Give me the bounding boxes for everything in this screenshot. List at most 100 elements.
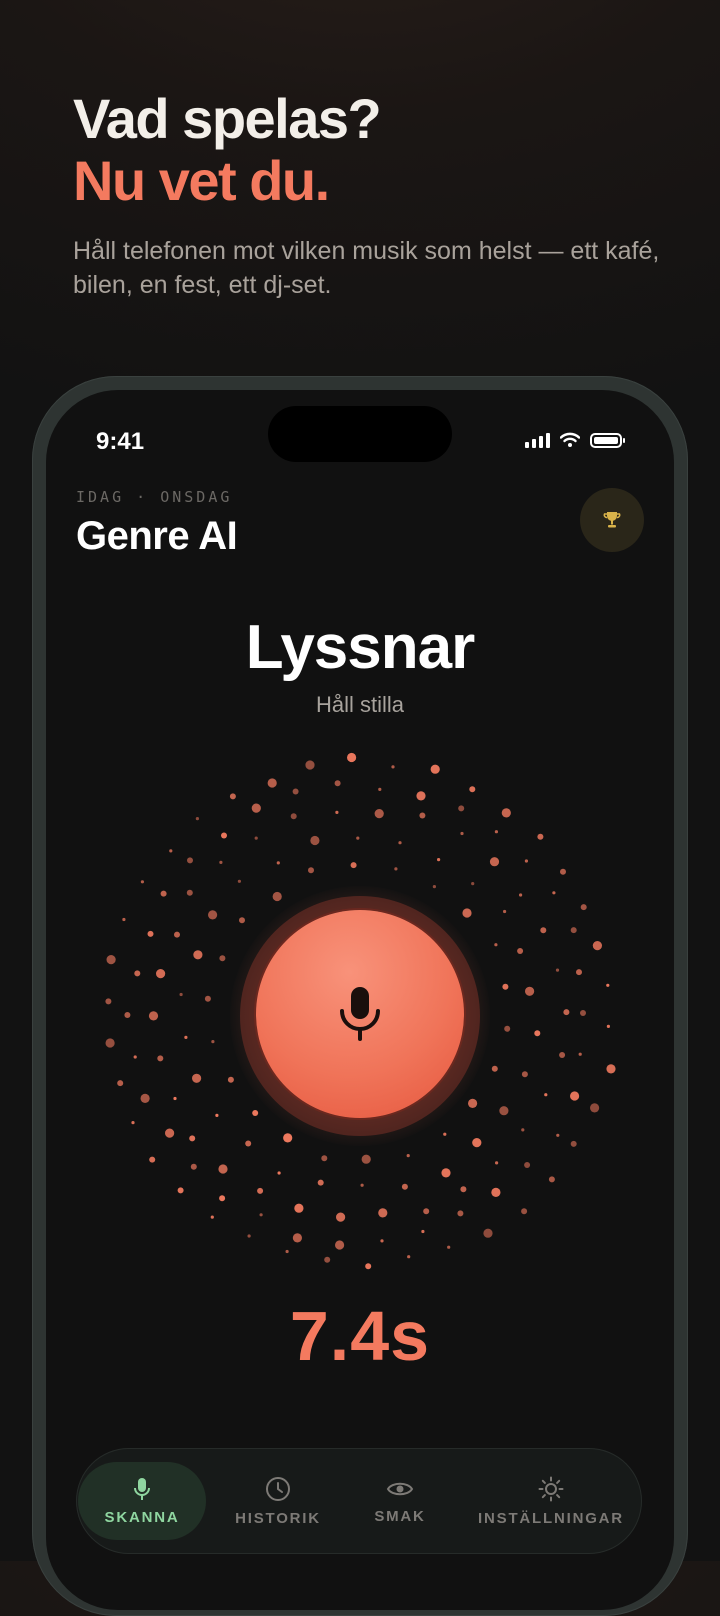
- listening-timer: 7.4s: [289, 1297, 431, 1375]
- visualizer-dot: [305, 760, 315, 770]
- hero-title-accent: Nu vet du.: [73, 149, 330, 212]
- visualizer-dot: [147, 930, 154, 937]
- visualizer-dot: [447, 1245, 451, 1249]
- visualizer-dot: [419, 812, 426, 819]
- visualizer-dot: [157, 1055, 164, 1062]
- visualizer-dot: [160, 890, 167, 897]
- visualizer-dot: [483, 1228, 493, 1238]
- visualizer-dot: [469, 786, 476, 793]
- visualizer-dot: [559, 1052, 566, 1058]
- record-button[interactable]: [256, 910, 464, 1118]
- visualizer-dot: [563, 1009, 570, 1016]
- visualizer-dot: [458, 805, 465, 812]
- visualizer-dot: [317, 1179, 324, 1186]
- visualizer-dot: [254, 836, 258, 840]
- visualizer-dot: [277, 1171, 281, 1175]
- visualizer-dot: [189, 1135, 196, 1142]
- visualizer-dot: [148, 1011, 159, 1021]
- visualizer-dot: [437, 858, 441, 862]
- visualizer-dot: [378, 1208, 388, 1218]
- tab-historik[interactable]: HISTORIK: [216, 1462, 340, 1540]
- visualizer-dot: [570, 1091, 580, 1101]
- visualizer-dot: [192, 1073, 202, 1083]
- visualizer-dot: [335, 810, 339, 814]
- visualizer-dot: [540, 927, 547, 934]
- visualizer-dot: [503, 909, 507, 914]
- visualizer-dot: [472, 1138, 482, 1148]
- visualizer-dot: [149, 1156, 156, 1163]
- tab-smak[interactable]: SMAK: [352, 1462, 448, 1540]
- visualizer-dot: [290, 813, 297, 820]
- visualizer-dot: [215, 1113, 219, 1117]
- visualizer-dot: [219, 1195, 226, 1202]
- visualizer-dot: [252, 1110, 259, 1116]
- visualizer-dot: [578, 1052, 582, 1056]
- visualizer-dot: [491, 1187, 501, 1197]
- visualizer-dot: [122, 917, 126, 922]
- visualizer-dot: [504, 1025, 511, 1032]
- visualizer-dot: [140, 1093, 150, 1103]
- visualizer-dot: [524, 859, 528, 863]
- phone-screen: 9:41 IDAG · ONSDAG Genre AI Lyssnar Håll…: [46, 390, 674, 1610]
- visualizer-dot: [521, 1208, 528, 1215]
- visualizer-dot: [267, 778, 277, 788]
- visualizer-dot: [324, 1256, 331, 1263]
- visualizer-dot: [221, 832, 227, 839]
- visualizer-dot: [251, 803, 261, 813]
- visualizer-dot: [140, 880, 144, 884]
- visualizer-dot: [423, 1208, 430, 1215]
- visualizer-dot: [156, 969, 166, 979]
- visualizer-dot: [606, 983, 610, 987]
- visualizer-dot: [294, 1203, 304, 1213]
- hero: Vad spelas? Nu vet du. Håll telefonen mo…: [73, 88, 673, 302]
- visualizer-dot: [494, 943, 498, 947]
- visualizer-dot: [430, 764, 440, 774]
- tab-label: SKANNA: [104, 1508, 180, 1526]
- visualizer-dot: [534, 1030, 541, 1037]
- tab-label: HISTORIK: [235, 1509, 321, 1527]
- visualizer-dot: [321, 1155, 328, 1162]
- visualizer-dot: [457, 1210, 464, 1217]
- visualizer-dot: [174, 931, 180, 938]
- visualizer-dot: [190, 1163, 197, 1170]
- visualizer-dot: [524, 1162, 531, 1168]
- tab-label: INSTÄLLNINGAR: [478, 1509, 624, 1527]
- visualizer-dot: [292, 1233, 302, 1243]
- visualizer-dot: [606, 1064, 616, 1074]
- visualizer-dot: [495, 1161, 499, 1165]
- visualizer-dot: [310, 835, 320, 846]
- visualizer-dot: [468, 1098, 478, 1108]
- tab-skanna[interactable]: SKANNA: [78, 1462, 206, 1540]
- visualizer-dot: [443, 1132, 447, 1136]
- visualizer-dot: [336, 1212, 346, 1222]
- visualizer-dot: [308, 867, 314, 874]
- visualizer-dot: [239, 917, 245, 924]
- visualizer-dot: [105, 1038, 115, 1048]
- visualizer-dot: [245, 1140, 252, 1147]
- visualizer-dot: [491, 1065, 498, 1072]
- visualizer-dot: [361, 1154, 371, 1164]
- tab-installningar[interactable]: INSTÄLLNINGAR: [460, 1462, 642, 1540]
- visualizer-dot: [219, 860, 223, 864]
- visualizer-dot: [193, 950, 203, 960]
- visualizer-dot: [460, 1186, 467, 1193]
- visualizer-dot: [471, 882, 475, 886]
- visualizer-dot: [432, 885, 436, 889]
- visualizer-dot: [380, 1239, 384, 1243]
- visualizer-dot: [394, 867, 398, 871]
- visualizer-dot: [356, 836, 360, 840]
- visualizer-dot: [576, 969, 582, 976]
- visualizer-dot: [489, 857, 500, 867]
- visualizer-dot: [106, 955, 116, 965]
- visualizer-dot: [227, 1076, 234, 1083]
- visualizer-dot: [421, 1229, 425, 1234]
- visualizer-dot: [211, 1040, 215, 1044]
- visualizer-dot: [460, 831, 464, 836]
- hero-subtitle: Håll telefonen mot vilken musik som hels…: [73, 237, 660, 299]
- visualizer-dot: [537, 833, 544, 840]
- visualizer-dot: [186, 889, 193, 896]
- visualizer-dot: [169, 849, 173, 853]
- visualizer-dot: [204, 995, 211, 1002]
- visualizer-dot: [544, 1093, 548, 1097]
- visualizer-dot: [555, 968, 560, 972]
